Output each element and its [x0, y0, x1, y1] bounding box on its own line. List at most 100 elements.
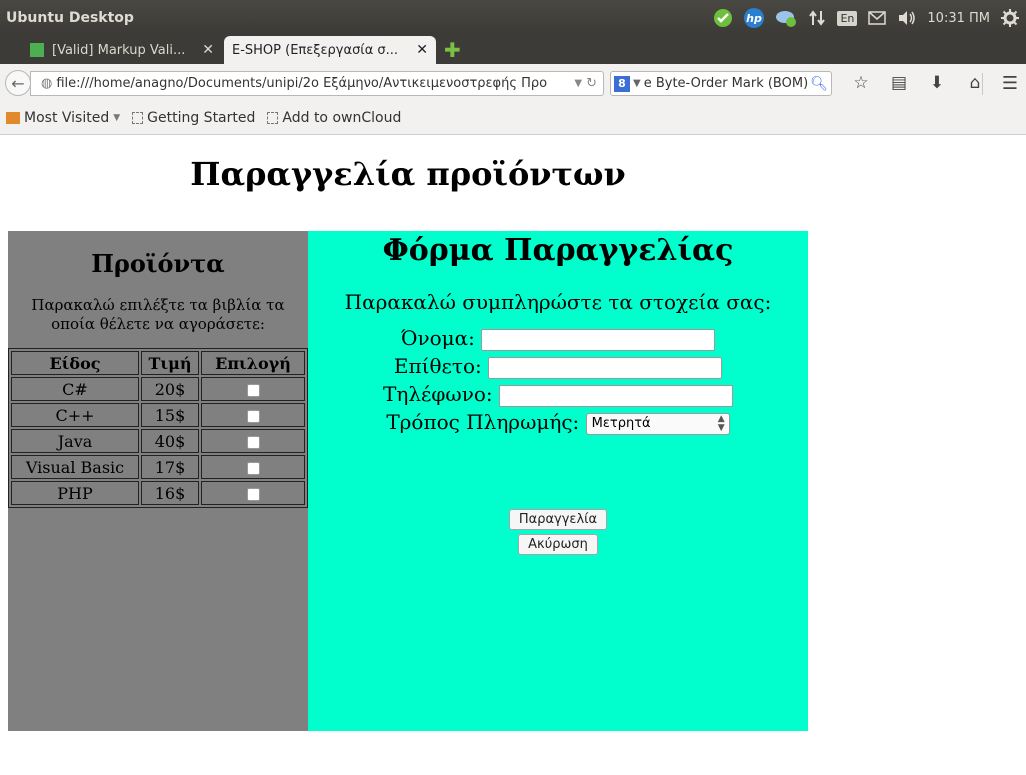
payment-method-label: Τρόπος Πληρωμής: [386, 410, 580, 434]
keyboard-icon[interactable]: En [837, 7, 858, 29]
first-name-label: Όνομα: [400, 326, 475, 350]
product-price: 40$ [141, 429, 199, 453]
product-select-cell [201, 403, 305, 427]
tab-eshop[interactable]: E-SHOP (Επεξεργασία σ... ✕ [224, 36, 436, 64]
globe-icon: ◍ [41, 76, 53, 91]
select-updown-icon: ▲ ▼ [717, 413, 725, 433]
bookmark-getting-started[interactable]: Getting Started [132, 110, 255, 126]
shield-check-icon[interactable] [713, 7, 733, 29]
column-header-type: Είδος [11, 351, 139, 375]
new-tab-plus-icon[interactable]: ✚ [444, 38, 461, 62]
order-form-instruction: Παρακαλώ συμπληρώστε τα στοχεία σας: [344, 290, 772, 314]
column-header-select: Επιλογή [201, 351, 305, 375]
phone-field[interactable] [498, 384, 733, 407]
browser-tab-strip: [Valid] Markup Vali... ✕ E-SHOP (Επεξεργ… [0, 34, 1026, 64]
menu-hamburger-icon[interactable]: ☰ [1002, 73, 1018, 94]
product-price: 17$ [141, 455, 199, 479]
product-price: 15$ [141, 403, 199, 427]
product-checkbox[interactable] [246, 435, 260, 449]
address-bar[interactable]: ◍ file:///home/anagno/Documents/unipi/2ο… [30, 71, 604, 96]
gear-icon[interactable] [1000, 7, 1020, 29]
most-visited-icon [6, 112, 20, 124]
bookmarks-menu-icon[interactable]: ▤ [880, 73, 918, 93]
order-form-panel: Φόρμα Παραγγελίας Παρακαλώ συμπληρώστε τ… [308, 231, 808, 731]
phone-row: Τηλέφωνο: [308, 382, 808, 407]
payment-method-select[interactable]: Μετρητά ▲ ▼ [585, 412, 730, 435]
bookmark-add-owncloud[interactable]: Add to ownCloud [267, 110, 401, 126]
engine-dropdown-icon[interactable]: ▼ [633, 78, 641, 89]
page-content: Παραγγελία προϊόντων Προϊόντα Παρακαλώ ε… [0, 135, 1026, 775]
product-checkbox[interactable] [246, 409, 260, 423]
reload-icon[interactable]: ↻ [586, 76, 597, 91]
bookmark-label: Add to ownCloud [282, 110, 402, 126]
table-header-row: Είδος Τιμή Επιλογή [11, 351, 305, 375]
products-instruction: Παρακαλώ επιλέξτε τα βιβλία τα οποία θέλ… [31, 296, 285, 333]
products-table: Είδος Τιμή Επιλογή C# 20$ C++ 15$ Java 4… [8, 348, 308, 508]
product-select-cell [201, 481, 305, 505]
product-select-cell [201, 455, 305, 479]
product-price: 20$ [141, 377, 199, 401]
product-name: C++ [11, 403, 139, 427]
product-price: 16$ [141, 481, 199, 505]
search-engine-icon[interactable]: 8 [614, 75, 630, 92]
table-row: C++ 15$ [11, 403, 305, 427]
product-checkbox[interactable] [246, 461, 260, 475]
tab-markup-validator[interactable]: [Valid] Markup Vali... ✕ [22, 36, 222, 64]
table-row: PHP 16$ [11, 481, 305, 505]
order-submit-button[interactable]: Παραγγελία [508, 509, 608, 530]
table-row: C# 20$ [11, 377, 305, 401]
search-bar[interactable]: 8 ▼ e Byte-Order Mark (BOM) 🔍︎ [610, 71, 832, 96]
product-select-cell [201, 429, 305, 453]
products-heading: Προϊόντα [91, 249, 225, 278]
cancel-button[interactable]: Ακύρωση [518, 534, 598, 555]
url-text: file:///home/anagno/Documents/unipi/2ο Ε… [56, 76, 548, 91]
network-icon[interactable] [775, 7, 797, 29]
order-form-heading: Φόρμα Παραγγελίας [382, 233, 734, 268]
first-name-field[interactable] [481, 328, 716, 351]
system-tray: hp En 10:31 ΠΜ [713, 7, 1020, 29]
bookmark-label: Getting Started [147, 110, 256, 126]
search-icon[interactable]: 🔍︎ [810, 76, 828, 92]
transfer-icon[interactable] [807, 7, 827, 29]
keyboard-layout-label: En [837, 10, 858, 26]
last-name-label: Επίθετο: [393, 354, 482, 378]
toolbar-icons: ☆ ▤ ⬇ ⌂ [842, 73, 994, 93]
volume-icon[interactable] [897, 7, 917, 29]
product-name: Visual Basic [11, 455, 139, 479]
navigation-bar: ◍ file:///home/anagno/Documents/unipi/2ο… [0, 64, 1026, 102]
os-top-panel: Ubuntu Desktop hp En 10:31 ΠΜ [0, 0, 1026, 38]
tab-label: E-SHOP (Επεξεργασία σ... [232, 42, 399, 58]
tab-label: [Valid] Markup Vali... [52, 42, 186, 58]
table-row: Java 40$ [11, 429, 305, 453]
products-panel: Προϊόντα Παρακαλώ επιλέξτε τα βιβλία τα … [8, 231, 308, 731]
toolbar-divider [982, 73, 983, 95]
product-name: Java [11, 429, 139, 453]
back-button[interactable]: ← [5, 70, 31, 96]
column-header-price: Τιμή [141, 351, 199, 375]
downloads-icon[interactable]: ⬇ [918, 73, 956, 93]
product-select-cell [201, 377, 305, 401]
page-title: Παραγγελία προϊόντων [190, 155, 626, 193]
svg-text:hp: hp [747, 12, 763, 25]
product-name: C# [11, 377, 139, 401]
close-tab-icon[interactable]: ✕ [416, 42, 428, 58]
home-icon[interactable]: ⌂ [956, 73, 994, 93]
page-icon [267, 112, 279, 124]
history-dropdown-icon[interactable]: ▼ [574, 78, 582, 89]
product-checkbox[interactable] [246, 487, 260, 501]
first-name-row: Όνομα: [308, 326, 808, 351]
mail-icon[interactable] [867, 7, 887, 29]
bookmark-star-icon[interactable]: ☆ [842, 73, 880, 93]
product-name: PHP [11, 481, 139, 505]
back-arrow-icon: ← [11, 73, 25, 93]
close-tab-icon[interactable]: ✕ [202, 42, 214, 58]
search-text: e Byte-Order Mark (BOM) [643, 76, 809, 91]
page-icon [132, 112, 144, 124]
hp-icon[interactable]: hp [743, 7, 765, 29]
bookmark-label: Most Visited [24, 110, 110, 126]
bookmark-most-visited[interactable]: Most Visited ▼ [6, 110, 120, 126]
chevron-down-icon: ▼ [113, 113, 121, 123]
last-name-field[interactable] [488, 356, 723, 379]
product-checkbox[interactable] [246, 383, 260, 397]
clock[interactable]: 10:31 ΠΜ [927, 11, 990, 26]
